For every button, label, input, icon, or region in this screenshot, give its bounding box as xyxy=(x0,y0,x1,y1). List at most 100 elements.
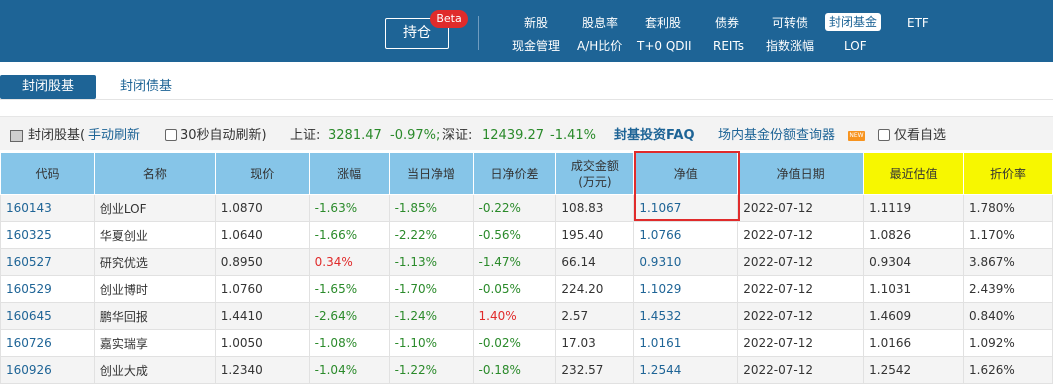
fund-name: 研究优选 xyxy=(93,248,216,276)
fund-discount: 1.092% xyxy=(963,329,1053,357)
fund-daily-nav-change: -1.22% xyxy=(388,356,474,384)
fund-nav[interactable]: 1.0766 xyxy=(633,221,739,249)
nav-bonds[interactable]: 债券 xyxy=(715,14,739,32)
fund-code[interactable]: 160529 xyxy=(0,275,95,303)
table-row: 160527 研究优选 0.8950 0.34% -1.13% -1.47% 6… xyxy=(0,248,1053,276)
fund-code[interactable]: 160143 xyxy=(0,194,95,222)
fund-name: 创业LOF xyxy=(93,194,216,222)
fund-nav[interactable]: 0.9310 xyxy=(633,248,739,276)
fund-nav-date: 2022-07-12 xyxy=(737,275,865,303)
fund-discount: 2.439% xyxy=(963,275,1053,303)
fund-daily-nav-change: -1.24% xyxy=(388,302,474,330)
fund-code[interactable]: 160726 xyxy=(0,329,95,357)
tab-divider xyxy=(0,99,1053,100)
fund-nav-date: 2022-07-12 xyxy=(737,221,865,249)
fund-daily-spread: -1.47% xyxy=(472,248,557,276)
nav-reits[interactable]: REITs xyxy=(713,37,744,55)
table-row: 160726 嘉实瑞享 1.0050 -1.08% -1.10% -0.02% … xyxy=(0,329,1053,357)
fund-daily-nav-change: -1.70% xyxy=(388,275,474,303)
fund-nav[interactable]: 1.0161 xyxy=(633,329,739,357)
fund-price: 0.8950 xyxy=(214,248,310,276)
fund-name: 鹏华回报 xyxy=(93,302,216,330)
faq-link[interactable]: 封基投资FAQ xyxy=(614,117,695,155)
fund-code[interactable]: 160325 xyxy=(0,221,95,249)
fund-code[interactable]: 160645 xyxy=(0,302,95,330)
fund-estimate: 0.9304 xyxy=(863,248,965,276)
nav-t0-qdii[interactable]: T+0 QDII xyxy=(637,37,692,55)
fund-code[interactable]: 160527 xyxy=(0,248,95,276)
nav-lof[interactable]: LOF xyxy=(844,37,867,55)
fund-nav[interactable]: 1.1029 xyxy=(633,275,739,303)
header-discount-rate[interactable]: 折价率 xyxy=(963,152,1053,195)
tab-closed-equity-funds[interactable]: 封闭股基 xyxy=(0,75,96,99)
new-badge: NEW xyxy=(848,131,865,141)
fund-amount: 108.83 xyxy=(555,194,635,222)
header-price[interactable]: 现价 xyxy=(214,152,310,195)
fund-name: 嘉实瑞享 xyxy=(93,329,216,357)
fund-daily-spread: -0.22% xyxy=(472,194,557,222)
nav-ah-ratio[interactable]: A/H比价 xyxy=(577,37,622,55)
fund-price: 1.0640 xyxy=(214,221,310,249)
fund-price: 1.2340 xyxy=(214,356,310,384)
nav-closed-end-funds[interactable]: 封闭基金 xyxy=(825,13,882,31)
fund-change: -1.04% xyxy=(308,356,390,384)
nav-index-gains[interactable]: 指数涨幅 xyxy=(766,37,814,55)
watchlist-only-checkbox[interactable] xyxy=(878,129,890,141)
header-name[interactable]: 名称 xyxy=(93,152,216,195)
header-daily-nav-change[interactable]: 当日净增 xyxy=(388,152,474,195)
shenzhen-label: 深证: xyxy=(442,128,473,143)
fund-code[interactable]: 160926 xyxy=(0,356,95,384)
header-change[interactable]: 涨幅 xyxy=(308,152,390,195)
fund-change: -1.65% xyxy=(308,275,390,303)
fund-nav-date: 2022-07-12 xyxy=(737,194,865,222)
header-amount[interactable]: 成交金额 (万元) xyxy=(555,152,635,195)
fund-daily-nav-change: -1.10% xyxy=(388,329,474,357)
fund-nav[interactable]: 1.4532 xyxy=(633,302,739,330)
nav-convertible-bonds[interactable]: 可转债 xyxy=(772,14,808,32)
fund-daily-spread: -0.56% xyxy=(472,221,557,249)
header-latest-estimate[interactable]: 最近估值 xyxy=(863,152,965,195)
section-title: 封闭股基( xyxy=(28,128,86,143)
header-daily-spread[interactable]: 日净价差 xyxy=(472,152,557,195)
nav-dividend-yield[interactable]: 股息率 xyxy=(582,14,618,32)
shanghai-index-value: 3281.47 xyxy=(328,128,382,143)
fund-daily-spread: -0.02% xyxy=(472,329,557,357)
fund-discount: 1.626% xyxy=(963,356,1053,384)
nav-cash-management[interactable]: 现金管理 xyxy=(512,37,560,55)
fund-amount: 224.20 xyxy=(555,275,635,303)
fund-daily-nav-change: -2.22% xyxy=(388,221,474,249)
fund-amount: 17.03 xyxy=(555,329,635,357)
fund-change: 0.34% xyxy=(308,248,390,276)
header-nav-date[interactable]: 净值日期 xyxy=(737,152,865,195)
fund-price: 1.0760 xyxy=(214,275,310,303)
fund-nav-date: 2022-07-12 xyxy=(737,248,865,276)
shanghai-index-change: -0.97%; xyxy=(390,128,441,143)
nav-etf[interactable]: ETF xyxy=(907,14,929,32)
fund-change: -2.64% xyxy=(308,302,390,330)
fund-daily-spread: -0.18% xyxy=(472,356,557,384)
fund-nav[interactable]: 1.1067 xyxy=(633,194,739,222)
table-header-row: 代码 名称 现价 涨幅 当日净增 日净价差 成交金额 (万元) 净值 净值日期 最… xyxy=(0,152,1053,195)
fund-price: 1.0870 xyxy=(214,194,310,222)
table-row: 160926 创业大成 1.2340 -1.04% -1.22% -0.18% … xyxy=(0,356,1053,384)
header-amount-line2: (万元) xyxy=(578,174,612,189)
auto-refresh-checkbox[interactable] xyxy=(165,129,177,141)
header-nav[interactable]: 净值 xyxy=(633,152,739,195)
fund-share-query-link[interactable]: 场内基金份额查询器 xyxy=(718,117,835,155)
fund-estimate: 1.1119 xyxy=(863,194,965,222)
manual-refresh-link[interactable]: 手动刷新 xyxy=(88,117,140,155)
closed-fund-table: 代码 名称 现价 涨幅 当日净增 日净价差 成交金额 (万元) 净值 净值日期 最… xyxy=(0,152,1053,384)
watchlist-only-label: 仅看自选 xyxy=(894,128,947,143)
header-code[interactable]: 代码 xyxy=(0,152,95,195)
fund-nav-date: 2022-07-12 xyxy=(737,302,865,330)
table-row: 160529 创业博时 1.0760 -1.65% -1.70% -0.05% … xyxy=(0,275,1053,303)
nav-new-stocks[interactable]: 新股 xyxy=(524,14,548,32)
fund-daily-nav-change: -1.13% xyxy=(388,248,474,276)
nav-arbitrage-stocks[interactable]: 套利股 xyxy=(645,14,681,32)
fund-price: 1.4410 xyxy=(214,302,310,330)
fund-nav[interactable]: 1.2544 xyxy=(633,356,739,384)
shenzhen-index-value: 12439.27 xyxy=(482,128,545,143)
fund-nav-date: 2022-07-12 xyxy=(737,329,865,357)
fund-estimate: 1.4609 xyxy=(863,302,965,330)
tab-closed-bond-funds[interactable]: 封闭债基 xyxy=(108,75,184,99)
